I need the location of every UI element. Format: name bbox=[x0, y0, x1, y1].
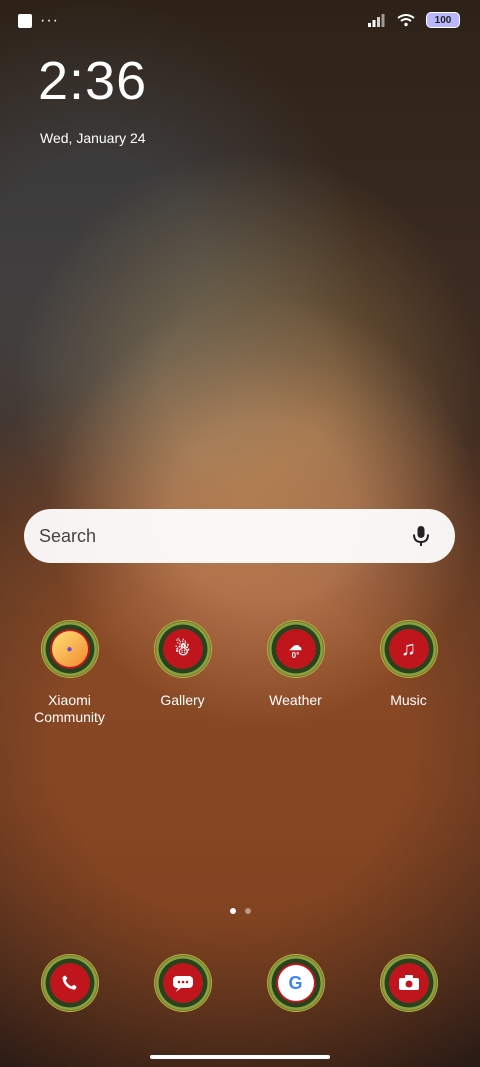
status-right: 100 bbox=[368, 12, 460, 28]
gesture-nav-bar[interactable] bbox=[150, 1055, 330, 1059]
search-bar[interactable]: Search bbox=[24, 509, 455, 563]
battery-icon: 100 bbox=[426, 12, 460, 28]
app-weather[interactable]: ☁ 0° Weather bbox=[248, 620, 343, 709]
xiaomi-community-icon: ● bbox=[40, 620, 99, 678]
dock: G bbox=[0, 954, 480, 1064]
dock-google[interactable]: G bbox=[248, 954, 343, 1012]
app-music[interactable]: ♫ Music bbox=[361, 620, 456, 709]
weather-badge: 0° bbox=[291, 650, 300, 660]
app-label-xiaomi-community: Xiaomi Community bbox=[34, 692, 105, 725]
signal-icon bbox=[368, 14, 385, 27]
dock-messages[interactable] bbox=[135, 954, 230, 1012]
messages-icon bbox=[153, 954, 212, 1012]
clock-time: 2:36 bbox=[38, 51, 148, 111]
phone-icon bbox=[40, 954, 99, 1012]
app-row-1: ● Xiaomi Community ☃ Gallery ☁ 0° Weathe… bbox=[0, 620, 480, 730]
page-dot-active bbox=[230, 908, 236, 914]
page-indicator bbox=[230, 908, 251, 914]
gallery-icon: ☃ bbox=[153, 620, 212, 678]
status-bar: ··· 100 bbox=[0, 0, 480, 42]
weather-icon: ☁ 0° bbox=[266, 620, 325, 678]
more-dots-icon: ··· bbox=[40, 12, 59, 29]
status-left: ··· bbox=[18, 13, 59, 29]
app-label-music: Music bbox=[390, 692, 427, 708]
search-placeholder: Search bbox=[39, 525, 97, 546]
music-icon: ♫ bbox=[379, 620, 438, 678]
clock-date: Wed, January 24 bbox=[40, 130, 146, 146]
app-label-gallery: Gallery bbox=[160, 692, 205, 708]
dock-phone[interactable] bbox=[22, 954, 117, 1012]
app-xiaomi-community[interactable]: ● Xiaomi Community bbox=[22, 620, 117, 726]
camera-icon bbox=[379, 954, 438, 1012]
wifi-icon bbox=[397, 14, 415, 27]
app-gallery[interactable]: ☃ Gallery bbox=[135, 620, 230, 709]
mic-icon[interactable] bbox=[411, 524, 431, 548]
dock-camera[interactable] bbox=[361, 954, 456, 1012]
google-icon: G bbox=[266, 954, 325, 1012]
notification-square-icon bbox=[18, 14, 32, 28]
page-dot bbox=[245, 908, 251, 914]
app-label-weather: Weather bbox=[269, 692, 322, 708]
